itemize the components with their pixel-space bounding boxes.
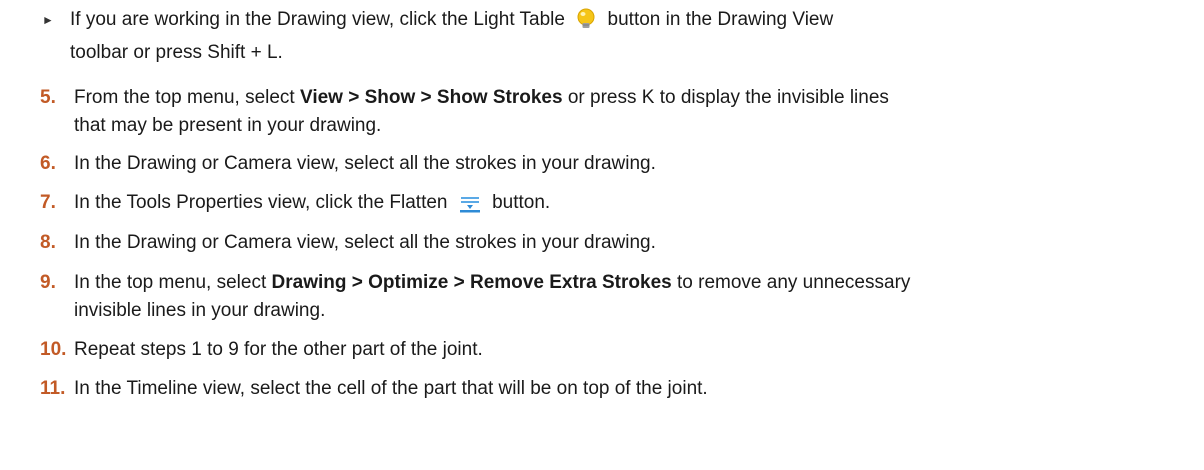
step-text: From the top menu, select View > Show > … [74,84,1189,140]
step-text-pre: From the top menu, select [74,87,300,108]
step-number: 10. [40,339,67,360]
step-text: Repeat steps 1 to 9 for the other part o… [74,339,483,360]
step-number: 11. [40,378,66,399]
step-text-line2: invisible lines in your drawing. [74,300,326,321]
bullet-text-part2: button in the Drawing View [607,9,834,30]
bullet-line-2: toolbar or press Shift + L. [70,42,283,63]
menu-path: Drawing > Optimize > Remove Extra Stroke… [271,272,672,293]
step-text: In the Drawing or Camera view, select al… [74,153,656,174]
step-text: In the Tools Properties view, click the … [74,189,1189,222]
bullet-line-1: If you are working in the Drawing view, … [70,6,1180,39]
step-text-line2: that may be present in your drawing. [74,115,382,136]
bullet-text-part1: If you are working in the Drawing view, … [70,9,565,30]
step-text-post: button. [492,192,551,213]
step-text: In the Drawing or Camera view, select al… [74,232,656,253]
step-number: 8. [40,232,56,253]
step-number: 5. [40,87,56,108]
menu-path: View > Show > Show Strokes [300,87,563,108]
step-text: In the Timeline view, select the cell of… [74,378,708,399]
step-number: 7. [40,192,56,213]
step-number: 6. [40,153,56,174]
flatten-icon [459,194,481,222]
light-bulb-icon [576,8,596,39]
step-text-pre: In the top menu, select [74,272,272,293]
triangle-bullet-icon: ► [42,13,54,27]
step-number: 9. [40,272,56,293]
step-text: In the top menu, select Drawing > Optimi… [74,269,1189,325]
step-text-pre: In the Tools Properties view, click the … [74,192,448,213]
bullet-item-light-table: ► If you are working in the Drawing view… [42,6,1180,67]
step-text-post: or press K to display the invisible line… [562,87,889,108]
step-text-post: to remove any unnecessary [671,272,911,293]
